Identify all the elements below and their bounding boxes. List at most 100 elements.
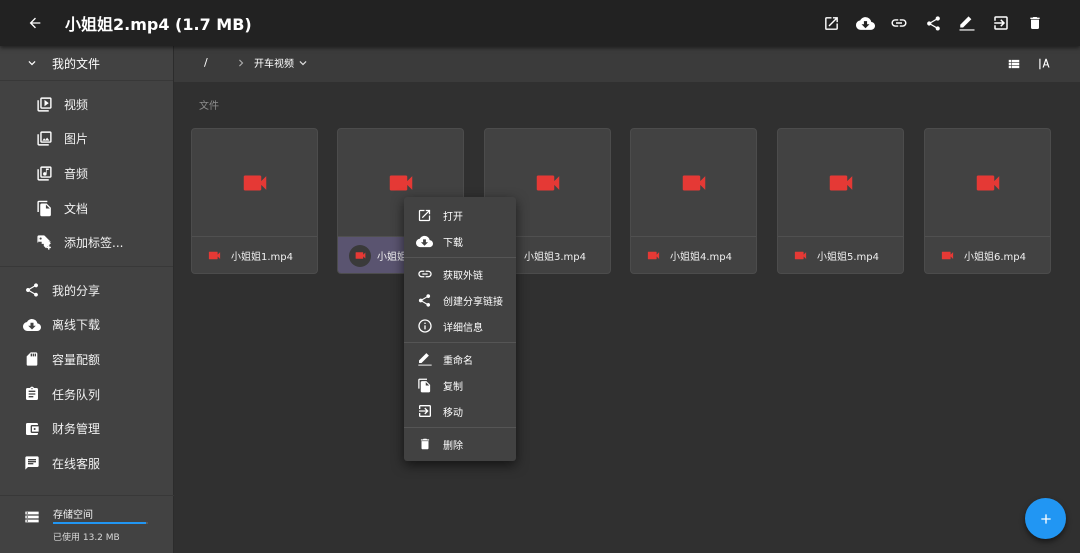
file-info: 小姐姐4.mp4 <box>631 237 756 273</box>
open-external-icon <box>418 209 431 221</box>
file-info: 小姐姐5.mp4 <box>778 237 903 273</box>
menu-item-get-link[interactable]: 获取外链 <box>404 261 516 287</box>
menu-item-label: 复制 <box>443 381 463 393</box>
menu-item-download[interactable]: 下载 <box>404 228 516 254</box>
file-card[interactable]: 小姐姐4.mp4 <box>630 128 757 274</box>
file-name: 小姐姐5.mp4 <box>817 252 879 263</box>
menu-divider <box>404 257 516 258</box>
open-button[interactable] <box>818 9 844 37</box>
file-info: 小姐姐1.mp4 <box>192 237 317 273</box>
section-label-files: 文件 <box>199 101 219 112</box>
menu-divider <box>404 342 516 343</box>
share-button[interactable] <box>920 9 946 37</box>
sidebar-item-quota[interactable]: 容量配额 <box>0 342 173 377</box>
delete-button[interactable] <box>1022 9 1048 37</box>
file-card[interactable]: 小姐姐6.mp4 <box>924 128 1051 274</box>
sidebar-my-files[interactable]: 我的文件 <box>0 46 173 81</box>
file-thumbnail <box>631 129 756 237</box>
menu-item-label: 创建分享链接 <box>443 296 503 308</box>
link-icon <box>891 19 907 27</box>
sidebar-item-images[interactable]: 图片 <box>0 122 173 157</box>
video-library-icon <box>36 97 52 112</box>
sidebar-item-label: 视频 <box>64 97 89 112</box>
videocam-icon <box>976 175 999 190</box>
download-button[interactable] <box>852 9 878 37</box>
rename-icon <box>959 16 975 31</box>
cloud-download-icon <box>23 318 41 331</box>
menu-item-copy[interactable]: 复制 <box>404 372 516 398</box>
sidebar-item-label: 添加标签... <box>64 236 124 251</box>
videocam-icon <box>208 251 221 260</box>
sidebar-item-audio[interactable]: 音频 <box>0 156 173 191</box>
audio-library-icon <box>36 166 52 181</box>
sidebar-item-video[interactable]: 视频 <box>0 87 173 122</box>
share-icon <box>26 283 38 297</box>
sidebar-item-label: 容量配额 <box>52 352 101 367</box>
sort-alpha-icon <box>1039 58 1050 70</box>
move-button[interactable] <box>988 9 1014 37</box>
chat-icon <box>25 456 39 470</box>
menu-item-move[interactable]: 移动 <box>404 398 516 424</box>
menu-item-open[interactable]: 打开 <box>404 202 516 228</box>
list-view-button[interactable] <box>1004 55 1024 73</box>
sidebar-item-task-queue[interactable]: 任务队列 <box>0 377 173 412</box>
sidebar-item-finance[interactable]: 财务管理 <box>0 411 173 446</box>
chevron-down-icon <box>28 61 36 66</box>
sidebar-item-add-tag[interactable]: 添加标签... <box>0 225 173 260</box>
storage-progress-fill <box>53 522 147 524</box>
context-menu: 打开 下载 获取外链 创建分享链接 详细信息 重命名 复制 移动 删除 <box>404 197 516 461</box>
back-button[interactable] <box>21 9 49 37</box>
sidebar-item-my-shares[interactable]: 我的分享 <box>0 273 173 308</box>
task-queue-icon <box>26 386 38 401</box>
videocam-icon <box>794 251 807 260</box>
menu-item-delete[interactable]: 删除 <box>404 431 516 457</box>
documents-icon <box>36 200 51 216</box>
sidebar-item-documents[interactable]: 文档 <box>0 191 173 226</box>
app-bar: 小姐姐2.mp4 (1.7 MB) <box>0 0 1080 46</box>
videocam-icon <box>243 175 266 190</box>
breadcrumb: / 开车视频 <box>174 46 1080 82</box>
menu-item-details[interactable]: 详细信息 <box>404 313 516 339</box>
menu-item-create-share[interactable]: 创建分享链接 <box>404 287 516 313</box>
storage-progress-bar <box>53 522 148 524</box>
download-icon <box>416 235 433 247</box>
storage-used: 已使用 13.2 MB <box>53 533 120 543</box>
copy-icon <box>418 378 431 392</box>
sidebar-item-label: 文档 <box>64 201 89 216</box>
sidebar-item-offline-download[interactable]: 离线下载 <box>0 308 173 343</box>
videocam-icon <box>829 175 852 190</box>
delete-icon <box>420 438 429 450</box>
plus-icon <box>1040 513 1051 524</box>
sidebar-item-label: 我的分享 <box>52 283 101 298</box>
sidebar-item-label: 任务队列 <box>52 387 101 402</box>
storage-info: 存储空间 已使用 13.2 MB <box>0 495 174 553</box>
videocam-icon <box>647 251 660 260</box>
breadcrumb-root[interactable]: / <box>204 56 208 69</box>
sidebar-my-files-label: 我的文件 <box>52 56 101 71</box>
link-icon <box>417 270 432 278</box>
rename-button[interactable] <box>954 9 980 37</box>
file-card[interactable]: 小姐姐5.mp4 <box>777 128 904 274</box>
menu-item-label: 打开 <box>443 211 463 223</box>
videocam-icon <box>536 175 559 190</box>
breadcrumb-current-label: 开车视频 <box>254 59 294 70</box>
file-name: 小姐姐 <box>377 252 407 263</box>
add-tag-icon <box>36 235 51 250</box>
file-thumbnail <box>778 129 903 237</box>
file-name: 小姐姐6.mp4 <box>964 252 1026 263</box>
sidebar: 我的文件 视频 图片 音频 文档 添加标签... 我的分享 离线下载 容量配额 … <box>0 46 174 553</box>
sidebar-file-categories: 视频 图片 音频 文档 添加标签... <box>0 81 173 267</box>
share-icon <box>418 293 431 307</box>
sort-button[interactable] <box>1034 55 1054 73</box>
get-link-button[interactable] <box>886 9 912 37</box>
menu-item-label: 详细信息 <box>443 322 483 334</box>
sidebar-item-label: 离线下载 <box>52 318 101 333</box>
storage-icon <box>25 511 39 523</box>
file-card[interactable]: 小姐姐1.mp4 <box>191 128 318 274</box>
sidebar-item-support[interactable]: 在线客服 <box>0 446 173 481</box>
breadcrumb-current[interactable]: 开车视频 <box>254 55 310 70</box>
add-fab-button[interactable] <box>1025 498 1066 539</box>
menu-item-rename[interactable]: 重命名 <box>404 346 516 372</box>
file-thumbnail <box>925 129 1050 237</box>
videocam-icon <box>389 175 412 190</box>
